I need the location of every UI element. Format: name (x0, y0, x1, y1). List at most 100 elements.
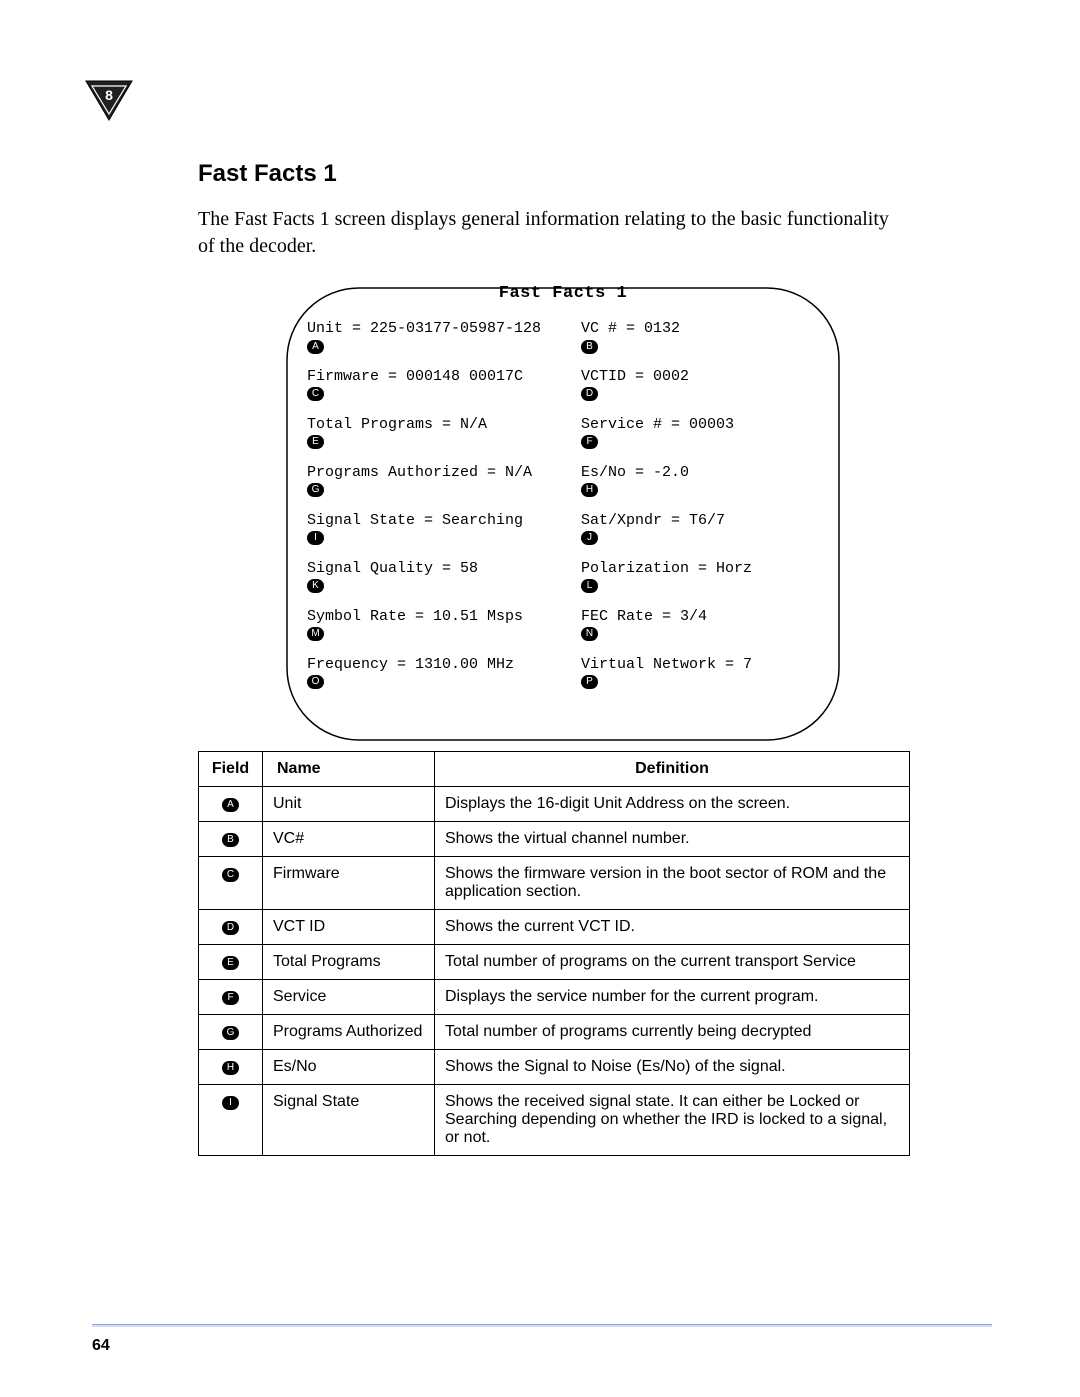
th-definition: Definition (435, 751, 910, 786)
cell-definition: Shows the current VCT ID. (435, 909, 910, 944)
callout-marker: G (222, 1026, 239, 1040)
callout-marker: C (222, 868, 239, 882)
cell-name: Programs Authorized (263, 1014, 435, 1049)
table-row: A UnitDisplays the 16-digit Unit Address … (199, 786, 910, 821)
screen-value-text: Es/No = -2.0 (581, 465, 821, 482)
callout-marker: C (307, 387, 324, 401)
cell-definition: Shows the virtual channel number. (435, 821, 910, 856)
cell-field: H (199, 1049, 263, 1084)
table-row: HEs/NoShows the Signal to Noise (Es/No) … (199, 1049, 910, 1084)
definition-table: Field Name Definition AUnitDisplays the … (198, 751, 910, 1156)
callout-marker: D (581, 387, 598, 401)
screen-body: Unit = 225-03177-05987-128 A Firmware = 00… (283, 321, 843, 727)
callout-marker: B (581, 340, 598, 354)
section-heading: Fast Facts 1 (198, 160, 908, 188)
cell-field: C (199, 856, 263, 909)
cell-field: E (199, 944, 263, 979)
callout-marker: J (581, 531, 598, 545)
screen-value-text: Total Programs = N/A (307, 417, 565, 434)
screen-value-text: Symbol Rate = 10.51 Msps (307, 609, 565, 626)
page-number: 64 (92, 1337, 110, 1355)
screen-value-text: Firmware = 000148 00017C (307, 369, 565, 386)
cell-definition: Total number of programs on the current … (435, 944, 910, 979)
screen-value: Signal Quality = 58K (307, 561, 565, 595)
callout-marker: E (222, 956, 239, 970)
cell-name: Unit (263, 786, 435, 821)
screen-col-right: VC # = 0132 B VCTID = 0002D Service # = 000… (581, 321, 821, 705)
table-row: B VC#Shows the virtual channel number. (199, 821, 910, 856)
screen-value: Frequency = 1310.00 MHzO (307, 657, 565, 691)
th-name: Name (263, 751, 435, 786)
table-row: F ServiceDisplays the service number for … (199, 979, 910, 1014)
screen-value-text: Signal Quality = 58 (307, 561, 565, 578)
cell-field: D (199, 909, 263, 944)
screen-title: Fast Facts 1 (283, 284, 843, 303)
cell-field: F (199, 979, 263, 1014)
page-content: Fast Facts 1 The Fast Facts 1 screen dis… (198, 160, 908, 1156)
callout-marker: E (307, 435, 324, 449)
callout-marker: B (222, 833, 239, 847)
cell-definition: Shows the Signal to Noise (Es/No) of the… (435, 1049, 910, 1084)
screen-value-text: Programs Authorized = N/A (307, 465, 565, 482)
callout-marker: G (307, 483, 324, 497)
screen-value-text: Sat/Xpndr = T6/7 (581, 513, 821, 530)
callout-marker: N (581, 627, 598, 641)
screen-value-text: Frequency = 1310.00 MHz (307, 657, 565, 674)
cell-field: I (199, 1084, 263, 1155)
screen-value: VC # = 0132 B (581, 321, 821, 355)
screen-value: Total Programs = N/AE (307, 417, 565, 451)
table-row: ETotal ProgramsTotal number of programs … (199, 944, 910, 979)
screen-value: Unit = 225-03177-05987-128 A (307, 321, 565, 355)
cell-name: Signal State (263, 1084, 435, 1155)
screen-value-text: VC # = 0132 (581, 321, 821, 338)
chapter-number: 8 (85, 87, 133, 103)
table-row: C FirmwareShows the firmware version in t… (199, 856, 910, 909)
callout-marker: L (581, 579, 598, 593)
screen-col-left: Unit = 225-03177-05987-128 A Firmware = 00… (307, 321, 565, 705)
intro-paragraph: The Fast Facts 1 screen displays general… (198, 206, 908, 260)
callout-marker: F (581, 435, 598, 449)
cell-definition: Shows the firmware version in the boot s… (435, 856, 910, 909)
callout-marker: P (581, 675, 598, 689)
screen-value-text: VCTID = 0002 (581, 369, 821, 386)
screen-value: Virtual Network = 7P (581, 657, 821, 691)
table-row: DVCT IDShows the current VCT ID. (199, 909, 910, 944)
screen-value-text: FEC Rate = 3/4 (581, 609, 821, 626)
callout-marker: I (222, 1096, 239, 1110)
footer-rule (92, 1324, 992, 1327)
cell-name: Firmware (263, 856, 435, 909)
callout-marker: A (222, 798, 239, 812)
callout-marker: O (307, 675, 324, 689)
cell-name: Es/No (263, 1049, 435, 1084)
cell-definition: Displays the 16-digit Unit Address on th… (435, 786, 910, 821)
cell-name: VCT ID (263, 909, 435, 944)
callout-marker: F (222, 991, 239, 1005)
table-header-row: Field Name Definition (199, 751, 910, 786)
screen-value-text: Virtual Network = 7 (581, 657, 821, 674)
screen-value-text: Service # = 00003 (581, 417, 821, 434)
callout-marker: K (307, 579, 324, 593)
table-row: ISignal StateShows the received signal s… (199, 1084, 910, 1155)
th-field: Field (199, 751, 263, 786)
screen-value: VCTID = 0002D (581, 369, 821, 403)
cell-definition: Total number of programs currently being… (435, 1014, 910, 1049)
cell-definition: Displays the service number for the curr… (435, 979, 910, 1014)
screen-value: Signal State = SearchingI (307, 513, 565, 547)
chapter-marker: 8 (85, 80, 133, 122)
callout-marker: A (307, 340, 324, 354)
callout-marker: H (581, 483, 598, 497)
screen-value-text: Polarization = Horz (581, 561, 821, 578)
screen-value: Polarization = HorzL (581, 561, 821, 595)
cell-field: B (199, 821, 263, 856)
screen-value: Es/No = -2.0H (581, 465, 821, 499)
fast-facts-screen: Fast Facts 1 Unit = 225-03177-05987-128 A… (283, 284, 843, 727)
callout-marker: I (307, 531, 324, 545)
screen-value: Service # = 00003F (581, 417, 821, 451)
screen-value-text: Unit = 225-03177-05987-128 (307, 321, 565, 338)
screen-value-text: Signal State = Searching (307, 513, 565, 530)
cell-name: VC# (263, 821, 435, 856)
cell-field: G (199, 1014, 263, 1049)
screen-value: Firmware = 000148 00017CC (307, 369, 565, 403)
cell-name: Service (263, 979, 435, 1014)
screen-value: Symbol Rate = 10.51 MspsM (307, 609, 565, 643)
